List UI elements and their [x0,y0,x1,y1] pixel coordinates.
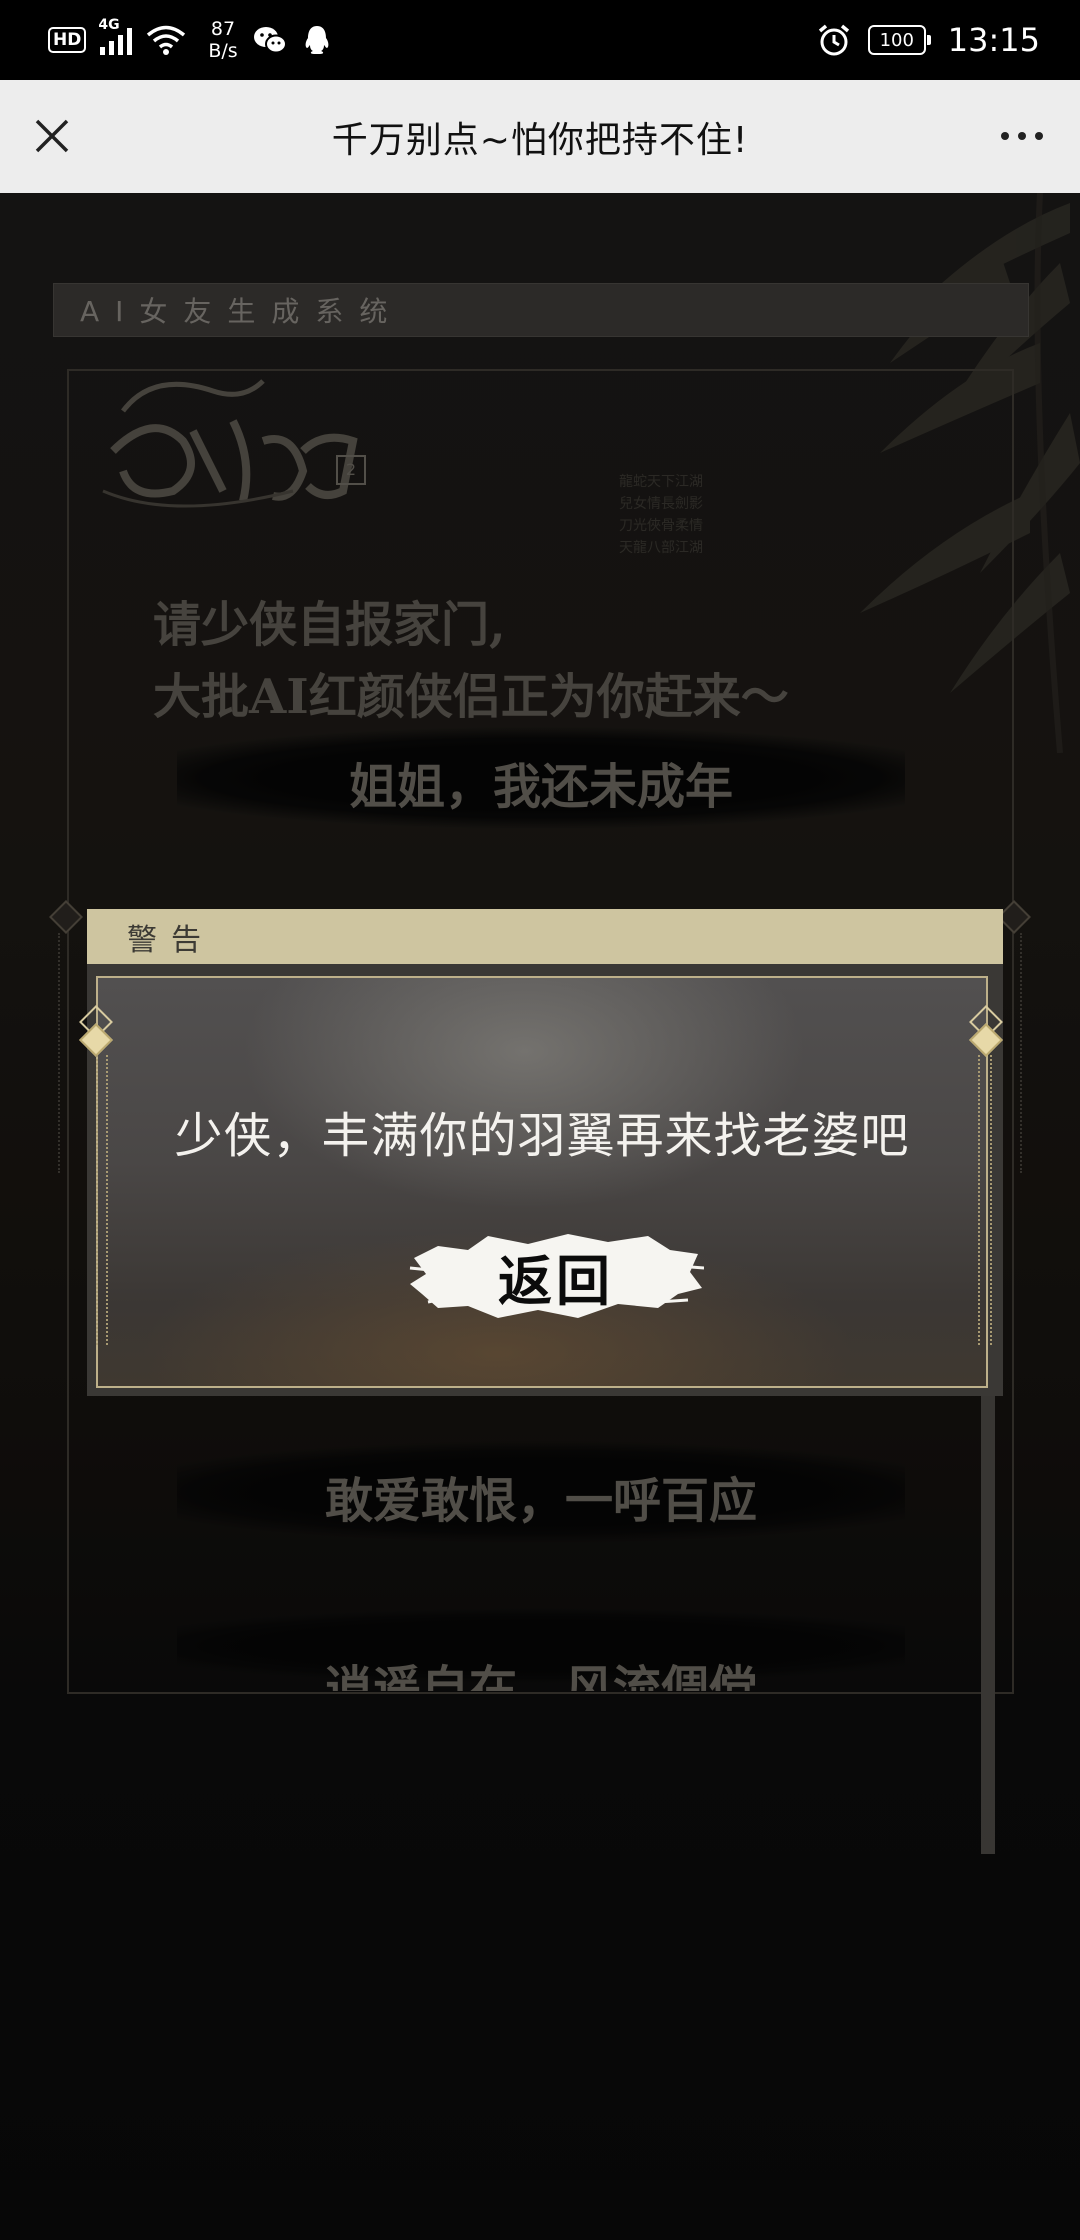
close-icon [35,119,69,153]
dialog-right-dotted-line-2 [990,1055,992,1345]
speed-unit: B/s [208,40,238,62]
return-button[interactable]: 返回 [408,1228,704,1324]
status-bar: HD 4G 87 B/s 100 13:15 [0,0,1080,80]
status-left: HD 4G 87 B/s [48,17,332,62]
page-title: 千万别点~怕你把持不住! [331,119,749,161]
close-button[interactable] [22,106,82,166]
speed-value: 87 [210,18,236,40]
dialog-header: 警告 [87,909,1003,964]
warning-dialog: 警告 少侠，丰满你的羽翼再来找老婆吧 返回 [87,909,1003,1396]
more-button[interactable] [986,106,1058,166]
wifi-icon [147,25,186,55]
battery-level: 100 [879,29,914,51]
status-right: 100 13:15 [816,21,1040,59]
hd-badge: HD [48,27,87,53]
more-icon [1001,132,1009,140]
app-screen: HD 4G 87 B/s 100 13:15 千万别点~怕你把持不住! AI女友… [0,0,1080,2240]
alarm-icon [818,24,849,56]
qq-icon [305,26,329,54]
network-type: 4G [98,17,120,33]
dialog-left-dotted-line-2 [106,1055,108,1345]
network-speed: 87 B/s [208,18,237,62]
webview-title-bar: 千万别点~怕你把持不住! [0,80,1080,193]
dialog-title: 警告 [127,922,215,958]
signal-icon: 4G [98,17,133,55]
web-content: AI女友生成系统 2 龍蛇天下江湖兒女情長劍影刀光俠骨柔情天龍八部江湖 请少侠自… [0,193,1080,2240]
dialog-message: 少侠，丰满你的羽翼再来找老婆吧 [174,1108,910,1164]
dialog-right-dotted-line [978,1055,980,1345]
dialog-left-dotted-line [96,1055,98,1345]
battery-icon: 100 [867,25,931,55]
dialog-body: 少侠，丰满你的羽翼再来找老婆吧 返回 [96,976,988,1388]
wechat-icon [253,27,287,54]
return-label: 返回 [498,1248,614,1313]
clock: 13:15 [947,21,1040,59]
